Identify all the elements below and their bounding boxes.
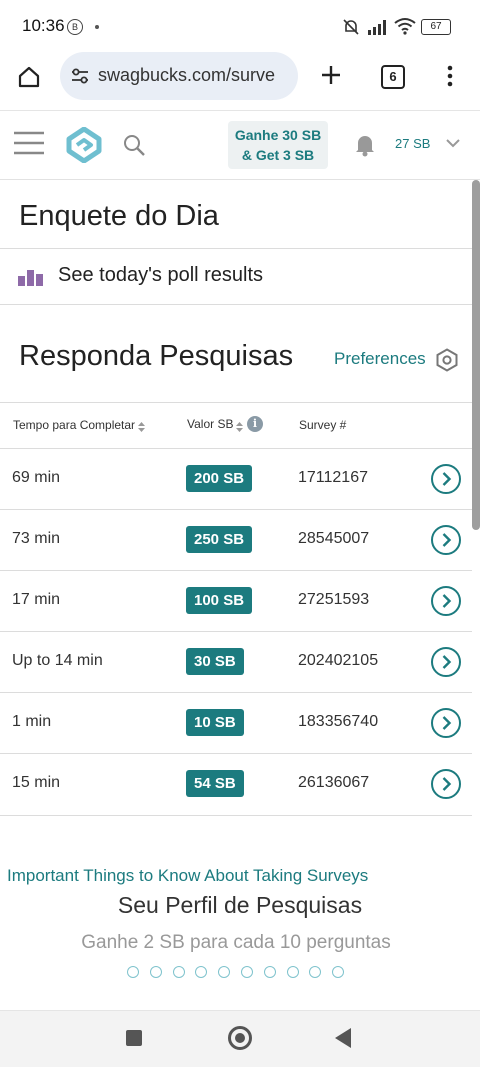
survey-id: 17112167 [298,469,368,486]
survey-value-badge: 200 SB [186,465,253,492]
survey-value-badge: 30 SB [186,648,244,675]
survey-id: 28545007 [298,530,370,547]
carousel-dot[interactable] [263,966,276,978]
survey-time: Up to 14 min [12,652,103,669]
notification-bell-icon[interactable] [354,133,376,157]
table-row[interactable]: Up to 14 min 30 SB 202402105 [0,631,472,693]
page-scrollbar[interactable] [472,180,480,530]
carousel-dot[interactable] [286,966,299,978]
important-info-link[interactable]: Important Things to Know About Taking Su… [7,866,368,886]
earn-promo-line1: Ganhe 30 SB [234,127,322,143]
dot-icon [95,25,99,29]
sort-icon[interactable] [137,421,146,433]
column-header-survey-id: Survey # [299,418,347,432]
address-bar[interactable]: swagbucks.com/surve [60,52,298,100]
carousel-dot[interactable] [127,966,139,978]
survey-value-badge: 10 SB [186,709,244,736]
table-row[interactable]: 1 min 10 SB 183356740 [0,692,472,754]
table-row[interactable]: 73 min 250 SB 28545007 [0,509,472,571]
open-survey-button[interactable] [431,525,461,555]
divider [0,248,472,249]
bar-chart-icon [18,270,43,286]
signal-icon [368,20,386,35]
survey-time: 17 min [12,591,61,608]
carousel-dot[interactable] [149,966,162,978]
gear-icon[interactable] [435,348,459,372]
poll-section-title: Enquete do Dia [19,200,219,232]
home-icon[interactable] [17,65,41,89]
survey-time: 73 min [12,530,61,547]
survey-value-badge: 100 SB [186,587,253,614]
table-row[interactable]: 69 min 200 SB 17112167 [0,448,472,510]
search-icon[interactable] [122,133,146,157]
notification-badge-icon: B [67,19,83,35]
poll-results-link[interactable]: See today's poll results [58,264,263,287]
battery-icon: 67 [421,19,451,35]
battery-level: 67 [430,21,442,32]
survey-value-badge: 54 SB [186,770,244,797]
chevron-right-icon [442,594,452,608]
status-bar: 10:36 B 67 [0,0,480,52]
home-button-icon[interactable] [228,1026,252,1050]
chevron-down-icon[interactable] [446,139,460,149]
swagbucks-logo-icon[interactable] [66,127,102,163]
column-header-time[interactable]: Tempo para Completar [13,418,135,432]
new-tab-plus-icon[interactable] [320,64,342,86]
table-top-border [0,402,472,403]
column-header-value[interactable]: Valor SB [187,417,233,431]
divider [0,304,472,305]
surveys-section-title: Responda Pesquisas [19,340,294,372]
browser-toolbar: swagbucks.com/surve 6 [0,52,480,111]
survey-time: 69 min [12,469,61,486]
carousel-dot[interactable] [332,966,345,978]
site-settings-icon[interactable] [70,67,90,85]
table-row[interactable]: 17 min 100 SB 27251593 [0,570,472,632]
table-row[interactable]: 15 min 54 SB 26136067 [0,753,472,816]
recents-button-icon[interactable] [126,1030,142,1046]
sort-icon[interactable] [235,421,244,433]
earn-promo-line2: & Get 3 SB [241,147,315,163]
wifi-icon [394,18,416,35]
survey-profile-subtitle: Ganhe 2 SB para cada 10 perguntas [81,932,391,953]
carousel-dot[interactable] [241,966,253,978]
open-survey-button[interactable] [431,647,461,677]
sb-balance[interactable]: 27 SB [395,136,430,151]
chevron-right-icon [442,472,452,486]
chevron-right-icon [442,655,452,669]
survey-time: 15 min [12,774,61,791]
hamburger-menu-icon[interactable] [14,131,44,155]
survey-id: 27251593 [298,591,370,608]
info-icon[interactable]: i [247,416,263,432]
survey-time: 1 min [12,713,52,730]
chevron-right-icon [442,716,452,730]
browser-menu-icon[interactable] [446,65,454,87]
carousel-dots [127,966,357,980]
tab-switcher-button[interactable]: 6 [381,65,405,89]
earn-promo-button[interactable]: Ganhe 30 SB & Get 3 SB [228,121,328,169]
carousel-dot[interactable] [195,966,208,978]
survey-id: 26136067 [298,774,370,791]
open-survey-button[interactable] [431,769,461,799]
survey-profile-title: Seu Perfil de Pesquisas [117,892,363,918]
back-button-icon[interactable] [334,1027,352,1049]
muted-bell-icon [343,19,359,35]
site-header: Ganhe 30 SB & Get 3 SB 27 SB [0,111,480,180]
survey-id: 202402105 [298,652,379,669]
carousel-dot[interactable] [172,966,185,978]
survey-id: 183356740 [298,713,379,730]
system-nav-bar [0,1010,480,1067]
open-survey-button[interactable] [431,586,461,616]
preferences-label[interactable]: Preferences [334,349,426,369]
chevron-right-icon [442,777,452,791]
survey-value-badge: 250 SB [186,526,253,553]
carousel-dot[interactable] [309,966,322,978]
chevron-right-icon [442,533,452,547]
open-survey-button[interactable] [431,708,461,738]
url-text[interactable]: swagbucks.com/surve [98,65,293,86]
status-time: 10:36 [22,16,65,35]
open-survey-button[interactable] [431,464,461,494]
carousel-dot[interactable] [218,966,231,978]
